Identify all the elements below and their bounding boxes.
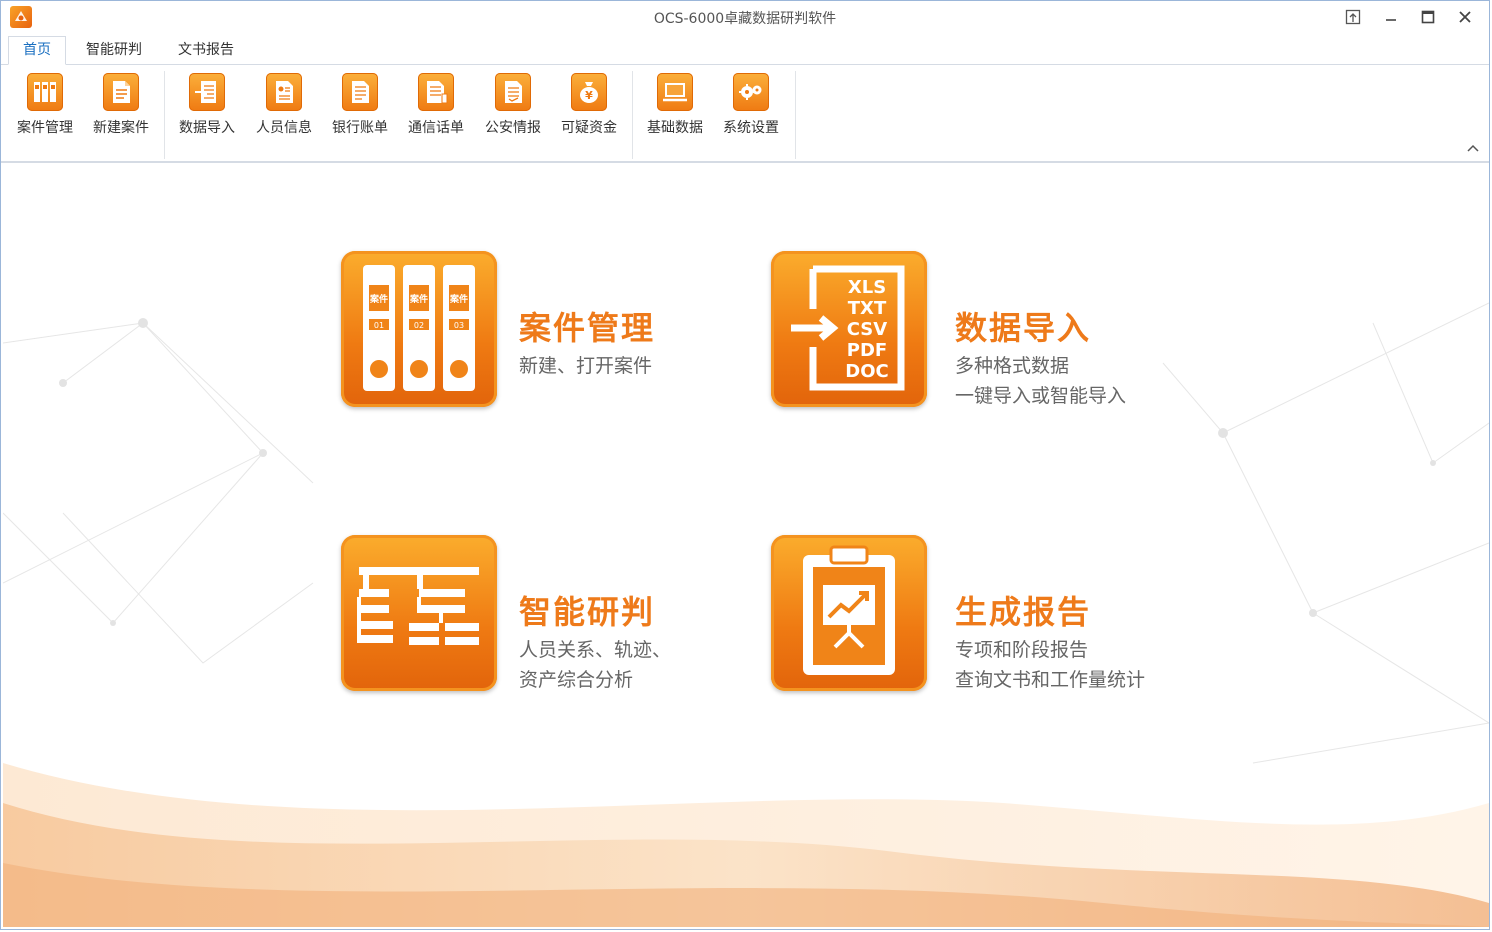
tile-description: 专项和阶段报告 bbox=[955, 639, 1089, 661]
ribbon-tabs: 首页 智能研判 文书报告 bbox=[1, 34, 1489, 65]
ribbon-toolbar: 案件管理 新建案件 数据导入 人员信息 银行账单 通信话单 公安情报 ¥ 可疑资… bbox=[1, 65, 1489, 163]
binders-icon bbox=[27, 73, 63, 111]
suspicious-funds-button[interactable]: ¥ 可疑资金 bbox=[554, 71, 624, 143]
tile-title: 案件管理 bbox=[519, 309, 656, 347]
new-case-label: 新建案件 bbox=[93, 120, 149, 136]
bank-statement-button[interactable]: 银行账单 bbox=[325, 71, 395, 143]
format-label: TXT bbox=[848, 298, 887, 319]
case-management-label: 案件管理 bbox=[17, 120, 73, 136]
app-window: OCS-6000卓藏数据研判软件 首页 智能研判 文书报告 案件管理 新建案件 … bbox=[0, 0, 1490, 930]
data-import-button[interactable]: 数据导入 bbox=[172, 71, 242, 143]
data-import-tile[interactable]: XLS TXT CSV PDF DOC 数据导入 多种格式数据 一键导入或智能导… bbox=[771, 251, 1211, 411]
police-doc-icon bbox=[495, 73, 531, 111]
suspicious-funds-label: 可疑资金 bbox=[561, 120, 617, 136]
binders-icon: 案件 案件 案件 01 02 03 bbox=[341, 251, 497, 407]
binder-label: 案件 bbox=[369, 293, 388, 305]
window-title: OCS-6000卓藏数据研判软件 bbox=[653, 11, 837, 27]
binder-number: 01 bbox=[374, 321, 384, 330]
generate-report-tile[interactable]: 生成报告 专项和阶段报告 查询文书和工作量统计 bbox=[771, 535, 1211, 695]
binder-label: 案件 bbox=[449, 293, 468, 305]
minimize-icon[interactable] bbox=[1377, 5, 1405, 29]
data-import-label: 数据导入 bbox=[179, 120, 235, 136]
import-icon bbox=[189, 73, 225, 111]
basic-data-button[interactable]: 基础数据 bbox=[640, 71, 710, 143]
tile-description: 多种格式数据 bbox=[955, 355, 1070, 377]
new-document-icon bbox=[103, 73, 139, 111]
tile-description: 人员关系、轨迹、 bbox=[519, 639, 672, 661]
phone-doc-icon bbox=[418, 73, 454, 111]
clipboard-chart-icon bbox=[771, 535, 927, 691]
smart-analysis-tile[interactable]: 智能研判 人员关系、轨迹、 资产综合分析 bbox=[341, 535, 781, 695]
home-dashboard: 案件 案件 案件 01 02 03 案件管理 新建、打开案件 XLS TXT C… bbox=[3, 163, 1489, 927]
personnel-info-label: 人员信息 bbox=[256, 120, 312, 136]
pin-icon[interactable] bbox=[1339, 5, 1367, 29]
tile-description: 新建、打开案件 bbox=[519, 355, 653, 377]
format-label: CSV bbox=[847, 319, 888, 340]
ribbon-separator bbox=[632, 71, 633, 159]
maximize-icon[interactable] bbox=[1414, 5, 1442, 29]
format-label: PDF bbox=[847, 340, 887, 361]
collapse-ribbon-icon[interactable] bbox=[1467, 141, 1479, 155]
bank-statement-label: 银行账单 bbox=[332, 120, 388, 136]
call-records-label: 通信话单 bbox=[408, 120, 464, 136]
tab-smart-analysis[interactable]: 智能研判 bbox=[72, 37, 156, 64]
personnel-info-button[interactable]: 人员信息 bbox=[249, 71, 319, 143]
case-management-button[interactable]: 案件管理 bbox=[10, 71, 80, 143]
tile-description: 资产综合分析 bbox=[519, 669, 634, 691]
money-bag-icon: ¥ bbox=[571, 73, 607, 111]
system-settings-button[interactable]: 系统设置 bbox=[716, 71, 786, 143]
close-icon[interactable] bbox=[1451, 5, 1479, 29]
new-case-button[interactable]: 新建案件 bbox=[86, 71, 156, 143]
tile-title: 智能研判 bbox=[519, 593, 656, 631]
org-chart-icon bbox=[341, 535, 497, 691]
tab-home[interactable]: 首页 bbox=[8, 36, 66, 65]
tab-documents-reports[interactable]: 文书报告 bbox=[164, 37, 248, 64]
binder-number: 02 bbox=[414, 321, 424, 330]
format-label: DOC bbox=[845, 361, 888, 382]
tile-title: 数据导入 bbox=[955, 309, 1092, 347]
gears-icon bbox=[733, 73, 769, 111]
tile-title: 生成报告 bbox=[955, 593, 1092, 631]
tile-description: 查询文书和工作量统计 bbox=[955, 669, 1146, 691]
import-formats-icon: XLS TXT CSV PDF DOC bbox=[771, 251, 927, 407]
bank-doc-icon bbox=[342, 73, 378, 111]
binder-label: 案件 bbox=[409, 293, 428, 305]
ribbon-separator bbox=[164, 71, 165, 159]
svg-text:¥: ¥ bbox=[585, 89, 593, 102]
call-records-button[interactable]: 通信话单 bbox=[401, 71, 471, 143]
police-intel-button[interactable]: 公安情报 bbox=[478, 71, 548, 143]
binder-number: 03 bbox=[454, 321, 464, 330]
system-settings-label: 系统设置 bbox=[723, 120, 779, 136]
case-management-tile[interactable]: 案件 案件 案件 01 02 03 案件管理 新建、打开案件 bbox=[341, 251, 781, 411]
tile-description: 一键导入或智能导入 bbox=[955, 385, 1127, 407]
ribbon-separator bbox=[795, 71, 796, 159]
basic-data-label: 基础数据 bbox=[647, 120, 703, 136]
format-label: XLS bbox=[848, 277, 886, 298]
monitor-icon bbox=[657, 73, 693, 111]
person-doc-icon bbox=[266, 73, 302, 111]
title-bar: OCS-6000卓藏数据研判软件 bbox=[1, 1, 1489, 33]
police-intel-label: 公安情报 bbox=[485, 120, 541, 136]
